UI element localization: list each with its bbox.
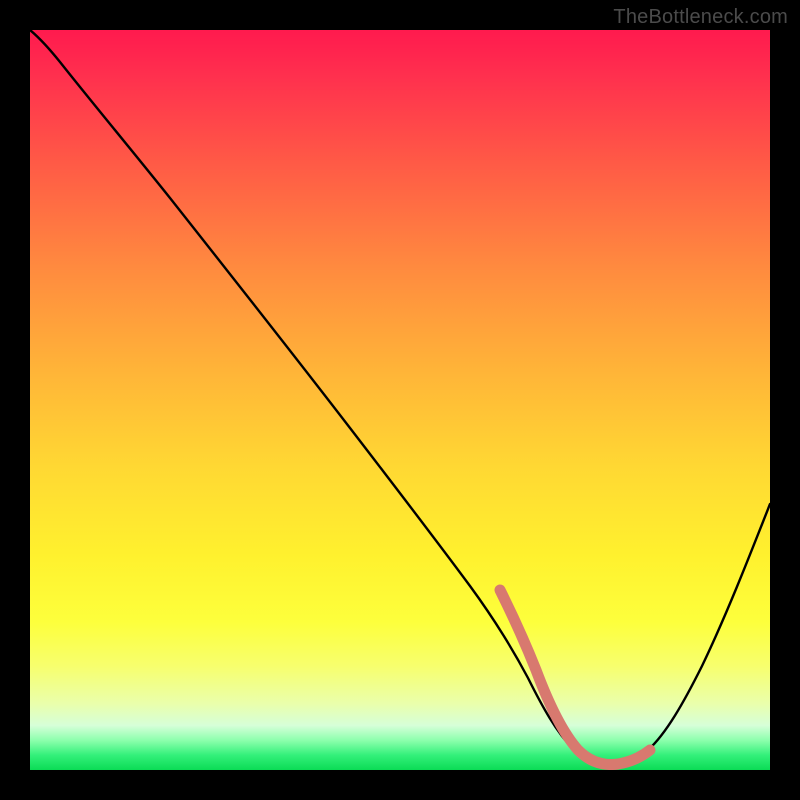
- curve-svg: [30, 30, 770, 770]
- chart-frame: TheBottleneck.com: [0, 0, 800, 800]
- highlight-start-dot: [495, 585, 505, 595]
- plot-area: [30, 30, 770, 770]
- highlight-curve: [500, 590, 650, 764]
- watermark-text: TheBottleneck.com: [613, 6, 788, 29]
- bottleneck-curve: [30, 30, 770, 763]
- highlight-end-dot: [645, 745, 655, 755]
